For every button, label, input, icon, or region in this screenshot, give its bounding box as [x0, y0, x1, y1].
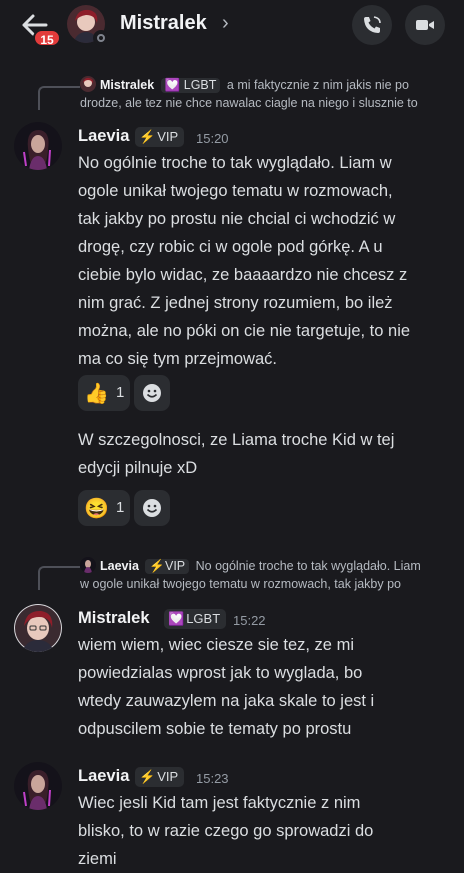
avatar[interactable] [14, 122, 62, 170]
unread-badge: 15 [33, 29, 61, 47]
reply-avatar [80, 557, 96, 573]
lightning-icon: ⚡ [139, 769, 156, 784]
message-line: No ogólnie troche to tak wyglądało. Liam… [78, 154, 392, 172]
add-reaction-button[interactable] [134, 490, 170, 526]
reply-avatar [80, 76, 96, 92]
reply-tag: ⚡VIP [145, 559, 190, 574]
reply-tag-label: VIP [164, 559, 186, 573]
message-author[interactable]: Mistralek [78, 609, 150, 628]
reaction-thumbs-up[interactable]: 👍 1 [78, 375, 130, 411]
message-content[interactable]: Wiec jesli Kid tam jest faktycznie z nim… [78, 789, 458, 873]
role-tag-label: VIP [157, 129, 179, 144]
message-line: edycji pilnuje xD [78, 459, 198, 477]
heart-icon: 💟 [168, 611, 185, 626]
message-content[interactable]: wiem wiem, wiec ciesze sie tez, ze mi po… [78, 631, 458, 743]
reply-preview[interactable]: Laevia ⚡VIP No ogólnie troche to tak wyg… [80, 557, 421, 574]
reply-text-1: a mi faktycznie z nim jakis nie po [226, 78, 409, 92]
message-author[interactable]: Laevia [78, 127, 129, 146]
message-line: wtedy zauwazylem na jaka skale to jest i [78, 692, 375, 710]
video-call-button[interactable] [405, 5, 445, 45]
reply-text-2: drodze, ale tez nie chce nawalac ciagle … [80, 96, 418, 110]
add-reaction-button[interactable] [134, 375, 170, 411]
message-line: tak jakby po prostu nie chcial ci wchodz… [78, 210, 396, 228]
reaction-count: 1 [116, 499, 125, 516]
video-camera-icon [416, 20, 434, 30]
role-tag: 💟 LGBT [164, 609, 227, 629]
message-timestamp: 15:22 [233, 613, 266, 628]
phone-icon [364, 16, 381, 33]
avatar[interactable] [14, 604, 62, 652]
role-tag-label: VIP [157, 769, 179, 784]
voice-call-button[interactable] [352, 5, 392, 45]
message-timestamp: 15:20 [196, 131, 229, 146]
reply-connector [38, 86, 80, 110]
message-line: Wiec jesli Kid tam jest faktycznie z nim [78, 794, 361, 812]
reply-author: Mistralek [100, 78, 155, 92]
status-indicator [93, 30, 109, 46]
thumbs-up-icon: 👍 [84, 383, 109, 405]
message-line: ogole unikał twojego tematu w rozmowach, [78, 182, 393, 200]
message-line: można, ale no póki on cie nie targetuje,… [78, 322, 411, 340]
heart-icon: 💟 [164, 78, 181, 92]
message-line: nim grać. Z jednej strony rozumiem, bo i… [78, 294, 393, 312]
lightning-icon: ⚡ [149, 559, 165, 573]
reply-connector [38, 566, 80, 590]
reaction-count: 1 [116, 384, 125, 401]
reply-tag-label: LGBT [183, 78, 217, 92]
message-line: wiem wiem, wiec ciesze sie tez, ze mi [78, 636, 354, 654]
message-line: W szczegolnosci, ze Liama troche Kid w t… [78, 431, 395, 449]
message-line: powiedzialas wprost jak to wyglada, bo [78, 664, 363, 682]
reply-tag: 💟 LGBT [160, 78, 221, 93]
message-line: blisko, to w razie czego go sprowadzi do [78, 822, 374, 840]
dm-username[interactable]: Mistralek [120, 12, 207, 35]
reply-text-1: No ogólnie troche to tak wyglądało. Liam [195, 559, 421, 573]
message-line: ma co się tym przejmować. [78, 350, 277, 368]
message-timestamp: 15:23 [196, 771, 229, 786]
message-line: ciebie bylo widac, ze baaaardzo nie chce… [78, 266, 408, 284]
message-author[interactable]: Laevia [78, 767, 129, 786]
lightning-icon: ⚡ [139, 129, 156, 144]
laughing-face-icon: 😆 [84, 498, 109, 520]
add-reaction-icon [143, 384, 161, 402]
reply-text-2: w ogole unikał twojego tematu w rozmowac… [80, 577, 401, 591]
message-content[interactable]: W szczegolnosci, ze Liama troche Kid w t… [78, 426, 458, 482]
role-tag-label: LGBT [186, 611, 221, 626]
add-reaction-icon [143, 499, 161, 517]
message-line: drogę, czy robic ci w ogole pod górkę. A… [78, 238, 383, 256]
message-line: ziemi [78, 850, 117, 868]
role-tag: ⚡ VIP [135, 767, 185, 787]
reaction-laughing[interactable]: 😆 1 [78, 490, 130, 526]
role-tag: ⚡ VIP [135, 127, 185, 147]
message-content[interactable]: No ogólnie troche to tak wyglądało. Liam… [78, 149, 458, 373]
reply-preview[interactable]: Mistralek 💟 LGBT a mi faktycznie z nim j… [80, 76, 409, 93]
reply-author: Laevia [100, 559, 139, 573]
avatar[interactable] [14, 762, 62, 810]
chat-header: 15 Mistralek › [0, 0, 464, 54]
message-line: odpuscilem sobie te tematy po prostu [78, 720, 352, 738]
chevron-right-icon[interactable]: › [222, 12, 229, 35]
